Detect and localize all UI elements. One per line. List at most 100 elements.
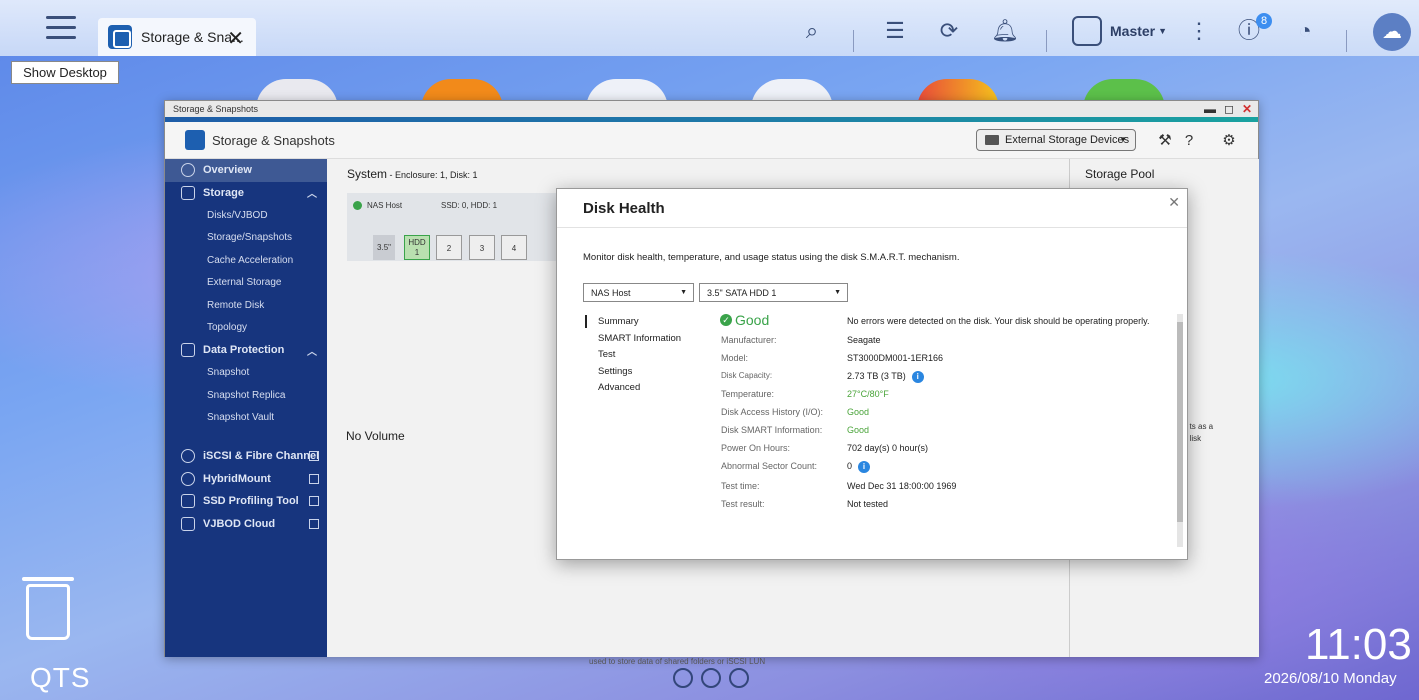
database-icon [181,185,195,200]
pause-icon[interactable] [729,668,749,688]
sidebar-item-snapshot[interactable]: Snapshot [165,362,327,385]
trash-icon[interactable] [22,577,74,640]
external-link-icon [309,451,319,462]
external-storage-select[interactable]: External Storage Devices ▼ [976,129,1136,151]
sidebar: Overview Storage ︿ Disks/VJBOD Storage/Sn… [165,159,327,657]
external-storage-label: External Storage Devices [1005,134,1130,146]
external-link-icon [309,496,319,507]
info-icon[interactable]: i [911,371,924,383]
no-volume-label: No Volume [346,429,405,443]
sidebar-item-label: VJBOD Cloud [203,517,276,530]
search-icon[interactable]: ⌕ [797,16,827,46]
volume-hint-text: used to store data of shared folders or … [589,657,766,666]
iscsi-icon [181,449,195,464]
bell-icon[interactable]: 🔔︎ [990,16,1020,46]
user-name: Master [1110,23,1156,39]
bottom-dock [673,668,749,688]
tab-test[interactable]: Test [585,347,681,364]
user-menu[interactable]: Master ▼ [1072,16,1167,46]
dashboard-icon[interactable]: ◔ [1290,16,1320,46]
disk-select[interactable]: 3.5" SATA HDD 1 ▼ [699,283,848,302]
info-icon[interactable]: i [858,461,871,473]
sidebar-item-snapshot-vault[interactable]: Snapshot Vault [165,407,327,430]
sidebar-item-disks-vjbod[interactable]: Disks/VJBOD [165,204,327,227]
system-title: System - Enclosure: 1, Disk: 1 [347,167,478,181]
cloud-link-icon[interactable] [673,668,693,688]
clock-time: 11:03 [1305,620,1412,669]
chevron-up-icon: ︿ [307,189,317,201]
disk-slot-3[interactable]: 3 [469,235,495,260]
show-desktop-button[interactable]: Show Desktop [11,61,119,84]
settings-gear-icon[interactable]: ⚙ [1219,131,1239,151]
chevron-down-icon: ▼ [1119,135,1127,144]
sidebar-item-label: Overview [203,164,252,177]
ssd-icon [181,494,195,509]
tab-storage-snapshots[interactable]: Storage & Sna... ✕ [98,18,256,56]
app-header: Storage & Snapshots External Storage Dev… [165,122,1258,159]
divider [1046,30,1047,52]
health-message: No errors were detected on the disk. You… [847,316,1150,326]
nas-host-label: NAS Host [353,201,402,210]
tab-smart-information[interactable]: SMART Information [585,331,681,348]
sidebar-item-overview[interactable]: Overview [165,159,327,182]
disk-slot-1[interactable]: HDD 1 [404,235,430,260]
maximize-icon[interactable]: ◻ [1224,101,1234,117]
enclosure-panel[interactable]: NAS Host SSD: 0, HDD: 1 3.5" HDD 1 2 3 4 [347,193,562,261]
hybridmount-icon [181,471,195,486]
sidebar-item-storage-snapshots[interactable]: Storage/Snapshots [165,227,327,250]
disk-count: SSD: 0, HDD: 1 [441,201,498,210]
disk-slot-4[interactable]: 4 [501,235,527,260]
sidebar-item-ssd-profiling[interactable]: SSD Profiling Tool [165,490,327,513]
tab-settings[interactable]: Settings [585,364,681,381]
close-icon[interactable]: ✕ [227,26,244,51]
disk-slot-2[interactable]: 2 [436,235,462,260]
top-taskbar: Storage & Sna... ✕ ⌕ ☰ ⟳ 🔔︎ Master ▼ ⋮ ⓘ… [0,0,1419,56]
divider [853,30,854,52]
dialog-scrollbar[interactable] [1177,314,1183,547]
tab-summary[interactable]: Summary [585,314,681,331]
user-icon [1072,16,1102,46]
background-tasks-icon[interactable]: ☰ [880,16,910,46]
cloud-icon[interactable]: ☁ [1373,13,1411,51]
tools-icon[interactable]: ⚒ [1155,131,1175,151]
chevron-up-icon: ︿ [307,346,317,358]
storage-logo-icon [185,130,205,150]
sidebar-item-topology[interactable]: Topology [165,317,327,340]
chevron-down-icon: ▼ [1158,26,1168,36]
minimize-icon[interactable]: ▬ [1204,101,1216,117]
app-title: Storage & Snapshots [212,132,335,148]
close-icon[interactable]: ✕ [1168,194,1180,211]
external-link-icon [309,518,319,529]
qts-logo: QTS [30,662,91,693]
vjbod-cloud-icon [181,516,195,531]
sidebar-item-data-protection[interactable]: Data Protection ︿ [165,339,327,362]
sidebar-item-hybridmount[interactable]: HybridMount [165,468,327,491]
close-window-icon[interactable]: ✕ [1242,101,1252,117]
status-ok-icon [353,201,362,210]
tab-advanced[interactable]: Advanced [585,380,681,397]
disk-health-tabs: Summary SMART Information Test Settings … [585,314,681,397]
storage-app-icon [108,25,132,49]
main-menu-icon[interactable] [46,16,76,42]
notification-badge: 8 [1256,13,1272,29]
chevron-down-icon: ▼ [680,289,687,296]
sidebar-item-external-storage[interactable]: External Storage [165,272,327,295]
more-options-icon[interactable]: ⋮ [1184,16,1214,46]
sidebar-item-snapshot-replica[interactable]: Snapshot Replica [165,384,327,407]
sidebar-item-vjbod-cloud[interactable]: VJBOD Cloud [165,513,327,536]
sidebar-item-label: iSCSI & Fibre Channel [203,450,320,463]
sync-icon[interactable]: ⟳ [934,16,964,46]
sidebar-item-label: Storage [203,186,244,199]
sidebar-item-label: Data Protection [203,344,285,357]
chevron-down-icon: ▼ [834,289,841,296]
sidebar-item-iscsi[interactable]: iSCSI & Fibre Channel [165,445,327,468]
window-titlebar[interactable]: Storage & Snapshots ▬ ◻ ✕ [165,101,1258,117]
tools-circle-icon[interactable] [701,668,721,688]
sidebar-item-remote-disk[interactable]: Remote Disk [165,294,327,317]
host-select[interactable]: NAS Host ▼ [583,283,694,302]
disk-health-dialog: Disk Health ✕ Monitor disk health, tempe… [556,188,1188,560]
window-title: Storage & Snapshots [173,104,259,114]
help-icon[interactable]: ? [1179,131,1199,151]
sidebar-item-storage[interactable]: Storage ︿ [165,182,327,205]
sidebar-item-cache-acceleration[interactable]: Cache Acceleration [165,249,327,272]
